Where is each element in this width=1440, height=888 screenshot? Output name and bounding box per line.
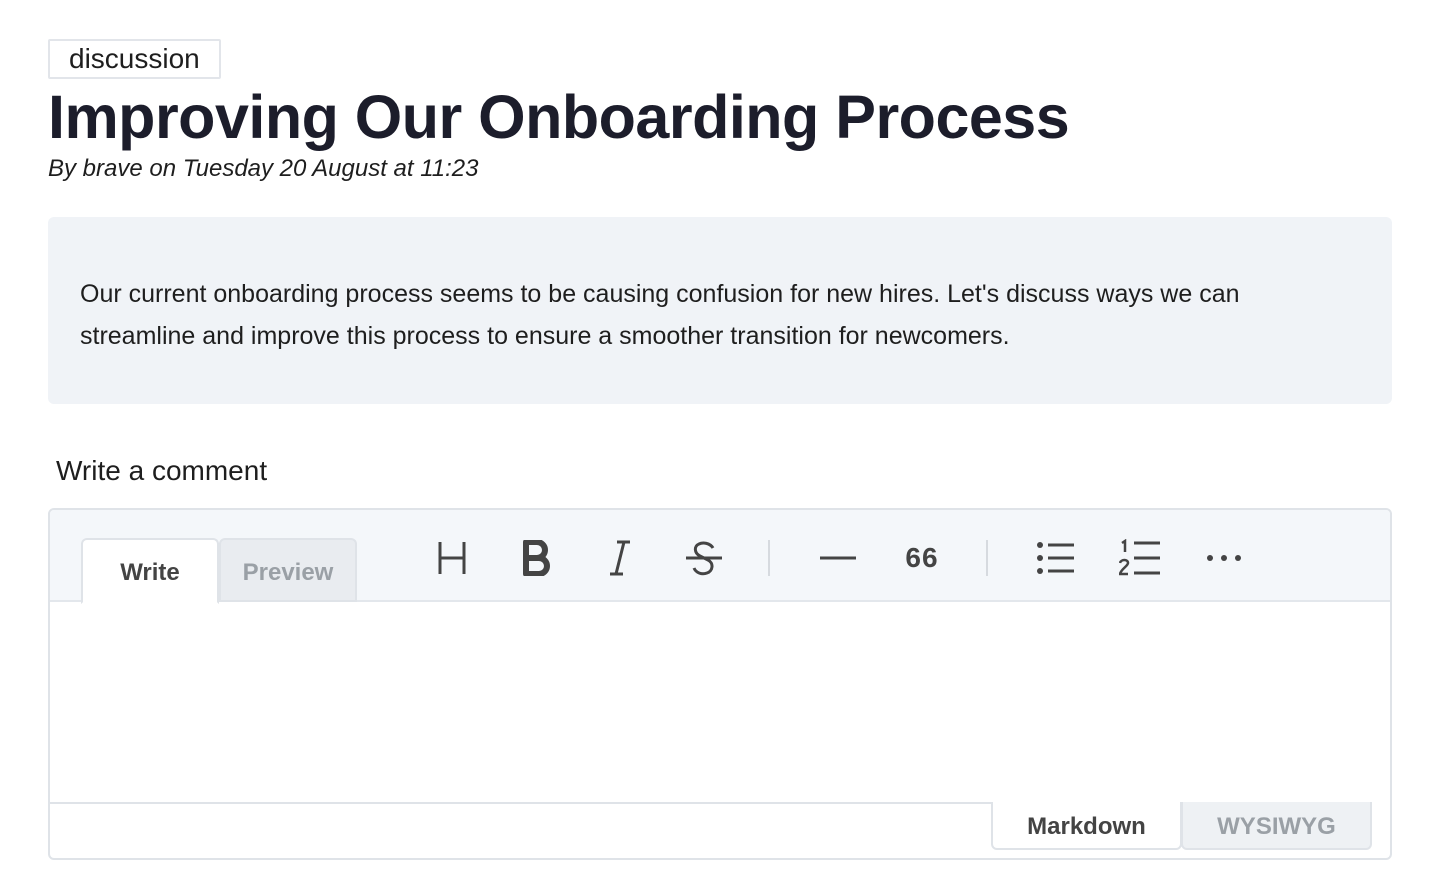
tab-preview[interactable]: Preview [219, 538, 357, 602]
italic-button[interactable] [596, 534, 644, 582]
mode-markdown-tab[interactable]: Markdown [991, 802, 1182, 850]
bold-icon [523, 540, 550, 576]
post-body: Our current onboarding process seems to … [48, 217, 1392, 404]
more-icon [1207, 555, 1241, 561]
italic-icon [610, 540, 630, 576]
discussion-page: discussion Improving Our Onboarding Proc… [0, 0, 1440, 888]
quote-button[interactable]: 66 [898, 534, 946, 582]
bold-button[interactable] [512, 534, 560, 582]
tab-write[interactable]: Write [81, 538, 219, 604]
comment-label: Write a comment [56, 455, 268, 486]
comment-textarea[interactable] [50, 602, 1390, 804]
editor-footer-border [50, 802, 992, 804]
strikethrough-icon [686, 541, 722, 576]
heading-button[interactable] [428, 534, 476, 582]
mode-wysiwyg-tab[interactable]: WYSIWYG [1181, 802, 1372, 850]
horizontal-rule-button[interactable] [814, 534, 862, 582]
horizontal-rule-icon [820, 556, 856, 560]
quote-icon: 66 [905, 542, 939, 573]
toolbar-divider [986, 540, 988, 576]
comment-editor: Write Preview 66 Markdown WYSIWYG [48, 508, 1392, 860]
post-body-text: Our current onboarding process seems to … [80, 280, 1240, 350]
bullet-list-icon [1037, 542, 1074, 574]
bullet-list-button[interactable] [1032, 534, 1080, 582]
editor-toolbar: Write Preview 66 [50, 510, 1390, 604]
ordered-list-button[interactable] [1116, 534, 1164, 582]
page-title: Improving Our Onboarding Process [48, 83, 1070, 151]
post-byline: By brave on Tuesday 20 August at 11:23 [48, 155, 479, 182]
heading-icon [438, 542, 466, 574]
ordered-list-icon [1119, 539, 1160, 576]
more-button[interactable] [1200, 534, 1248, 582]
strikethrough-button[interactable] [680, 534, 728, 582]
category-tag[interactable]: discussion [48, 39, 221, 79]
toolbar-divider [768, 540, 770, 576]
